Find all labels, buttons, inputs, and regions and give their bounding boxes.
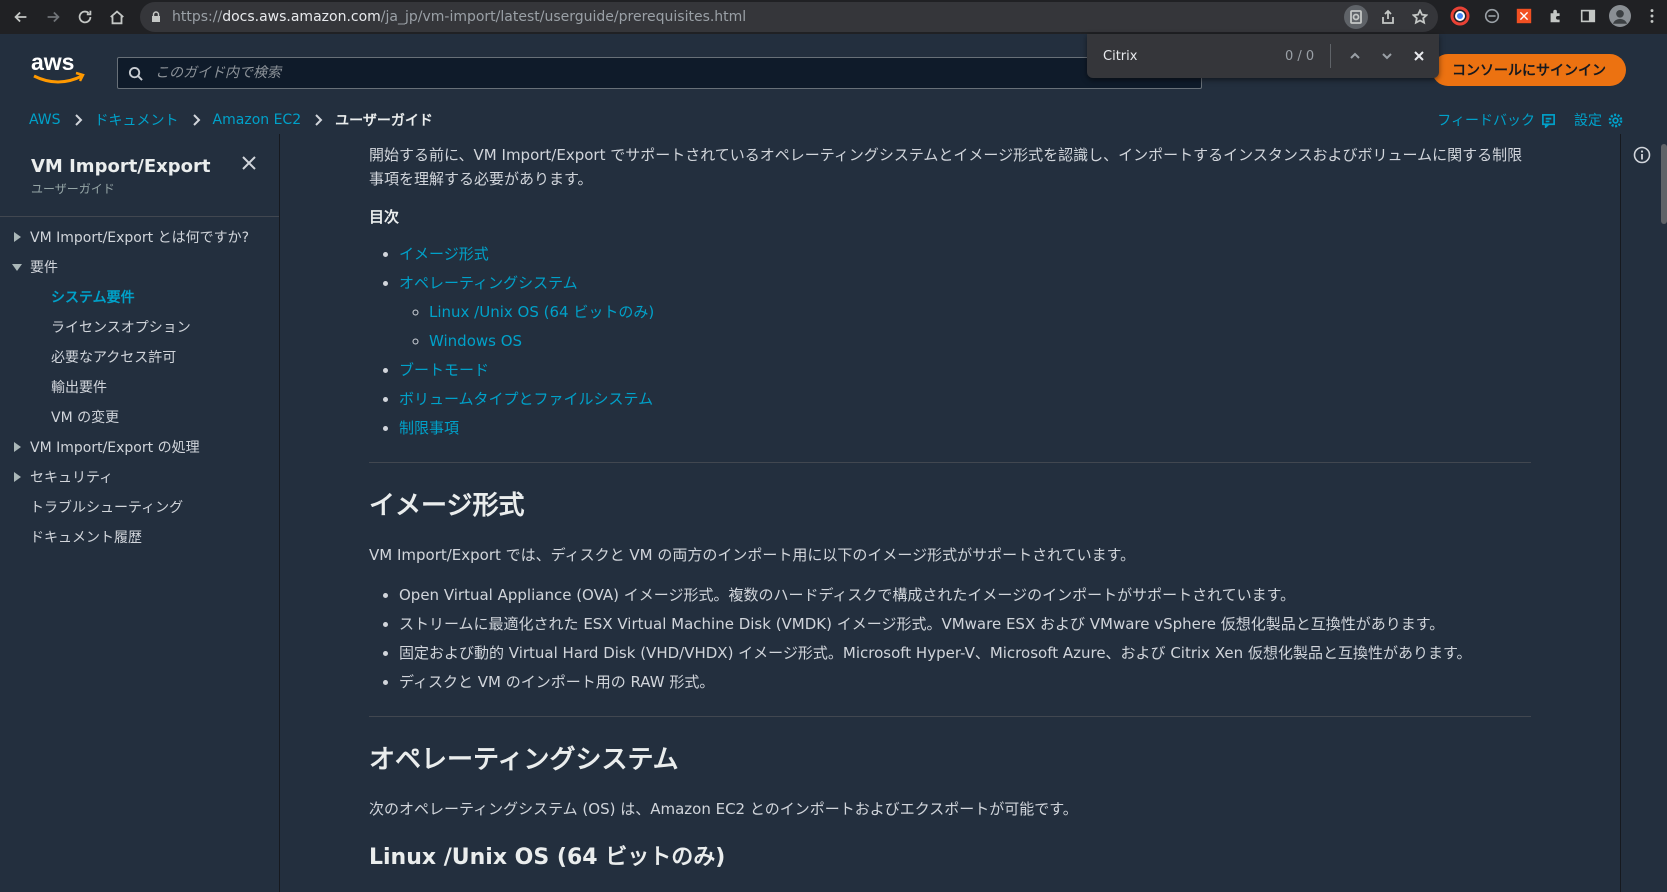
feedback-link[interactable]: フィードバック xyxy=(1437,110,1535,130)
url-text: https://docs.aws.amazon.com/ja_jp/vm-imp… xyxy=(172,9,747,25)
browser-menu-icon[interactable] xyxy=(1640,4,1664,28)
sidebar-item-export-requirements[interactable]: 輸出要件 xyxy=(0,372,279,402)
feedback-icon[interactable] xyxy=(1541,113,1556,128)
toc-item: ボリュームタイプとファイルシステム xyxy=(399,385,1531,414)
sidebar-item-processing[interactable]: VM Import/Export の処理 xyxy=(0,432,279,462)
section-heading-os: オペレーティングシステム xyxy=(369,745,679,775)
find-input[interactable]: Citrix xyxy=(1103,49,1263,64)
lock-icon[interactable] xyxy=(150,11,162,23)
sidebar-item-system-requirements[interactable]: システム要件 xyxy=(0,282,279,312)
list-item: ディスクと VM のインポート用の RAW 形式。 xyxy=(399,668,1531,697)
main-content: 開始する前に、VM Import/Export でサポートされているオペレーティ… xyxy=(280,134,1620,892)
extension-minus-icon[interactable] xyxy=(1480,4,1504,28)
breadcrumb-documents[interactable]: ドキュメント xyxy=(95,110,179,130)
reload-icon[interactable] xyxy=(70,2,100,32)
sidebar-item-troubleshooting[interactable]: トラブルシューティング xyxy=(0,492,279,522)
breadcrumb: AWS ドキュメント Amazon EC2 ユーザーガイド xyxy=(29,110,433,130)
sidebar-divider xyxy=(0,216,279,217)
console-signin-button[interactable]: コンソールにサインイン xyxy=(1432,54,1626,86)
breadcrumb-aws[interactable]: AWS xyxy=(29,112,61,128)
sidebar-item-what-is[interactable]: VM Import/Export とは何ですか? xyxy=(0,222,279,252)
toc-link-boot-mode[interactable]: ブートモード xyxy=(399,361,489,379)
toc-link-os[interactable]: オペレーティングシステム xyxy=(399,274,578,292)
table-of-contents: イメージ形式 オペレーティングシステム Linux /Unix OS (64 ビ… xyxy=(369,240,1531,443)
extension-color-icon[interactable] xyxy=(1448,4,1472,28)
search-input[interactable] xyxy=(153,64,1201,82)
toc-item: イメージ形式 xyxy=(399,240,1531,269)
find-prev-icon[interactable] xyxy=(1339,40,1371,72)
toc-link-limitations[interactable]: 制限事項 xyxy=(399,419,459,437)
section-heading-image-formats: イメージ形式 xyxy=(369,491,525,521)
search-box[interactable] xyxy=(117,57,1202,89)
caret-right-icon[interactable] xyxy=(12,442,22,452)
caret-right-icon[interactable] xyxy=(12,472,22,482)
chevron-right-icon xyxy=(313,114,323,126)
right-rail xyxy=(1620,134,1667,892)
breadcrumb-ec2[interactable]: Amazon EC2 xyxy=(213,112,302,128)
sidebar-item-doc-history[interactable]: ドキュメント履歴 xyxy=(0,522,279,552)
aws-logo[interactable]: aws xyxy=(30,48,88,88)
sidebar-item-security[interactable]: セキュリティ xyxy=(0,462,279,492)
find-in-page-icon[interactable] xyxy=(1344,5,1368,29)
sidebar-title[interactable]: VM Import/Export xyxy=(31,156,211,177)
list-item: Open Virtual Appliance (OVA) イメージ形式。複数のハ… xyxy=(399,581,1531,610)
close-icon[interactable] xyxy=(241,155,259,173)
sidebar-nav: VM Import/Export とは何ですか? 要件 システム要件 ライセンス… xyxy=(0,222,279,552)
sidebar-item-requirements[interactable]: 要件 xyxy=(0,252,279,282)
gear-icon[interactable] xyxy=(1608,113,1623,128)
sidebar: VM Import/Export ユーザーガイド VM Import/Expor… xyxy=(0,134,280,892)
find-divider xyxy=(1330,44,1332,68)
toc-subitem: Windows OS xyxy=(429,327,1531,356)
forward-icon[interactable] xyxy=(38,2,68,32)
settings-link[interactable]: 設定 xyxy=(1574,110,1602,130)
find-close-icon[interactable] xyxy=(1403,40,1435,72)
scrollbar-thumb[interactable] xyxy=(1661,144,1667,224)
intro-paragraph: 開始する前に、VM Import/Export でサポートされているオペレーティ… xyxy=(369,146,1523,188)
toc-subitem: Linux /Unix OS (64 ビットのみ) xyxy=(429,298,1531,327)
toc-heading: 目次 xyxy=(369,208,400,226)
toc-item: 制限事項 xyxy=(399,414,1531,443)
breadcrumb-current: ユーザーガイド xyxy=(335,113,433,129)
search-icon xyxy=(128,66,143,81)
share-icon[interactable] xyxy=(1376,5,1400,29)
caret-down-icon[interactable] xyxy=(12,262,22,272)
profile-avatar[interactable] xyxy=(1608,4,1632,28)
sidebar-item-license-options[interactable]: ライセンスオプション xyxy=(0,312,279,342)
section-divider xyxy=(369,716,1531,717)
svg-text:aws: aws xyxy=(31,49,74,75)
section-heading-linux: Linux /Unix OS (64 ビットのみ) xyxy=(369,845,726,870)
find-bar: Citrix 0 / 0 xyxy=(1087,34,1439,78)
address-bar[interactable]: https://docs.aws.amazon.com/ja_jp/vm-imp… xyxy=(140,2,1438,32)
info-icon[interactable] xyxy=(1633,146,1651,164)
chevron-right-icon xyxy=(73,114,83,126)
toc-link-linux[interactable]: Linux /Unix OS (64 ビットのみ) xyxy=(429,303,654,321)
toc-item: ブートモード xyxy=(399,356,1531,385)
find-next-icon[interactable] xyxy=(1371,40,1403,72)
toc-link-windows[interactable]: Windows OS xyxy=(429,332,522,350)
browser-toolbar: https://docs.aws.amazon.com/ja_jp/vm-imp… xyxy=(0,0,1667,34)
toc-link-image-formats[interactable]: イメージ形式 xyxy=(399,245,489,263)
chevron-right-icon xyxy=(191,114,201,126)
toc-item: オペレーティングシステム Linux /Unix OS (64 ビットのみ) W… xyxy=(399,269,1531,356)
toc-link-volume[interactable]: ボリュームタイプとファイルシステム xyxy=(399,390,653,408)
sidebar-item-vm-changes[interactable]: VM の変更 xyxy=(0,402,279,432)
section-paragraph: 次のオペレーティングシステム (OS) は、Amazon EC2 とのインポート… xyxy=(369,800,1078,818)
sidebar-subtitle: ユーザーガイド xyxy=(31,182,115,196)
bookmark-star-icon[interactable] xyxy=(1408,5,1432,29)
sidebar-item-permissions[interactable]: 必要なアクセス許可 xyxy=(0,342,279,372)
home-icon[interactable] xyxy=(102,2,132,32)
find-match-count: 0 / 0 xyxy=(1285,48,1315,64)
list-item: 固定および動的 Virtual Hard Disk (VHD/VHDX) イメー… xyxy=(399,639,1531,668)
breadcrumb-bar: AWS ドキュメント Amazon EC2 ユーザーガイド フィードバック 設定 xyxy=(0,104,1667,134)
side-panel-icon[interactable] xyxy=(1576,4,1600,28)
extensions-puzzle-icon[interactable] xyxy=(1544,4,1568,28)
image-format-list: Open Virtual Appliance (OVA) イメージ形式。複数のハ… xyxy=(369,581,1531,697)
extension-orange-icon[interactable] xyxy=(1512,4,1536,28)
section-divider xyxy=(369,462,1531,463)
section-paragraph: VM Import/Export では、ディスクと VM の両方のインポート用に… xyxy=(369,546,1136,564)
back-icon[interactable] xyxy=(6,2,36,32)
list-item: ストリームに最適化された ESX Virtual Machine Disk (V… xyxy=(399,610,1531,639)
caret-right-icon[interactable] xyxy=(12,232,22,242)
